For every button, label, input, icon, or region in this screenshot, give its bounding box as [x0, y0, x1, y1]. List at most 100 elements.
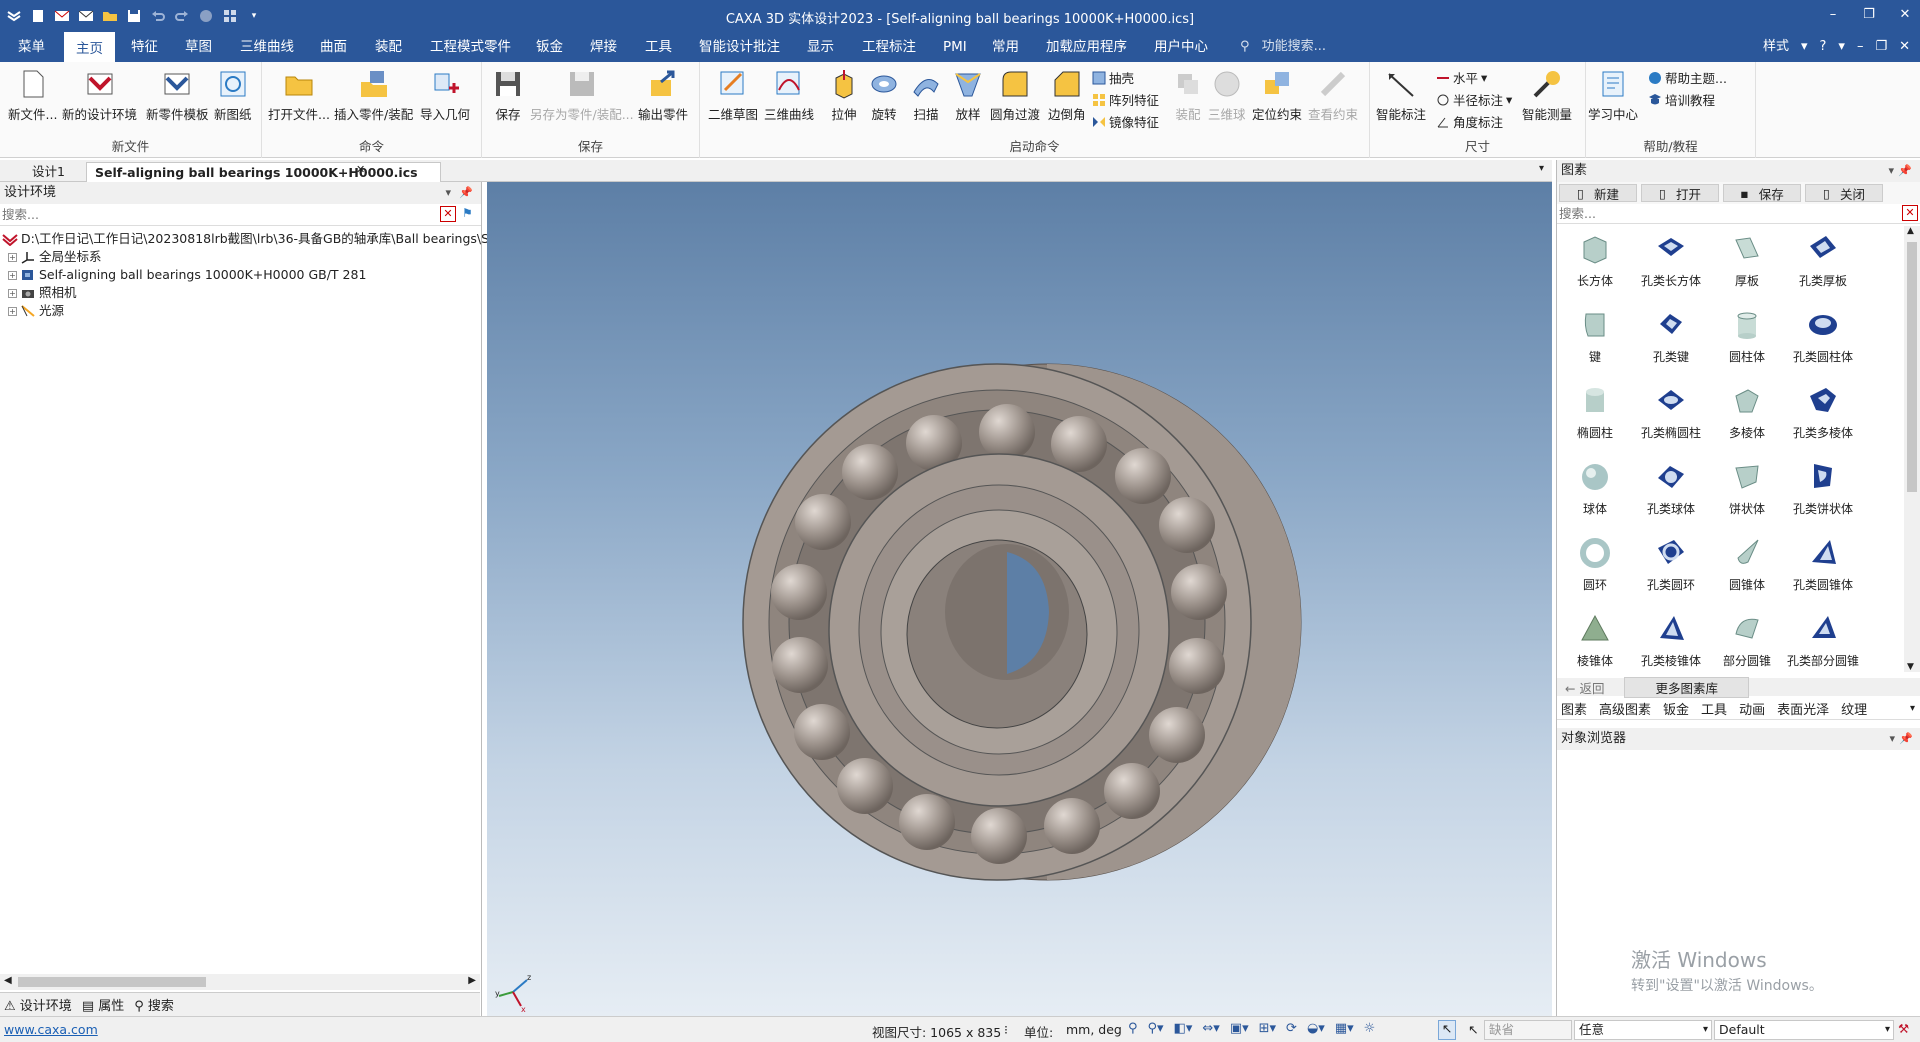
extrude-button[interactable]: 拉伸 — [828, 68, 860, 123]
expand-icon[interactable]: + — [8, 306, 17, 316]
restore-icon[interactable]: ❐ — [1860, 6, 1878, 24]
open-folder-icon[interactable] — [100, 6, 120, 26]
shape-hole-key[interactable]: 孔类键 — [1633, 308, 1709, 365]
tab-search[interactable]: ⚲ 搜索 — [134, 995, 174, 1014]
tab-smart-annotation[interactable]: 智能设计批注 — [699, 32, 780, 62]
tab-engineering-annotation[interactable]: 工程标注 — [862, 32, 916, 62]
object-browser-pin-icon[interactable]: 📌 — [1899, 728, 1913, 750]
style-menu[interactable]: 样式 — [1763, 32, 1789, 62]
shape-thick-plate[interactable]: 厚板 — [1709, 232, 1785, 289]
mail-icon[interactable] — [52, 6, 72, 26]
doc-tab-design1[interactable]: 设计1 — [24, 162, 73, 182]
panel-dropdown-icon[interactable]: ▾ — [445, 182, 451, 204]
horizontal-scrollbar[interactable]: ◀ ▶ — [0, 974, 480, 990]
tab-3d-curve[interactable]: 三维曲线 — [240, 32, 294, 62]
zoom-icon[interactable]: ⚲ — [1128, 1021, 1138, 1036]
shape-hole-cone[interactable]: 孔类圆锥体 — [1785, 536, 1861, 593]
expand-icon[interactable]: + — [8, 288, 17, 298]
section-icon[interactable]: ⊞▾ — [1259, 1021, 1276, 1036]
cat-tab-tools[interactable]: 工具 — [1701, 699, 1727, 718]
minimize-icon[interactable]: – — [1824, 6, 1842, 24]
object-browser-dropdown-icon[interactable]: ▾ — [1889, 728, 1895, 750]
shape-pyramid[interactable]: 棱锥体 — [1557, 612, 1633, 669]
clear-search-icon[interactable]: ✕ — [440, 206, 456, 222]
tab-common[interactable]: 常用 — [992, 32, 1019, 62]
catalog-new-button[interactable]: ▯ 新建 — [1559, 184, 1637, 202]
shape-pie[interactable]: 饼状体 — [1709, 460, 1785, 517]
tree-item-light[interactable]: + 光源 — [8, 302, 64, 320]
profile-dropdown[interactable]: Default ▾ — [1714, 1020, 1894, 1040]
help-dropdown-icon[interactable]: ▾ — [1838, 32, 1845, 62]
scroll-left-icon[interactable]: ◀ — [4, 975, 12, 986]
light-toggle-icon[interactable]: ☼ — [1364, 1021, 1376, 1036]
3d-viewport[interactable]: z y x — [487, 182, 1552, 1016]
tab-tools[interactable]: 工具 — [645, 32, 672, 62]
mail-alt-icon[interactable] — [76, 6, 96, 26]
tree-item-camera[interactable]: + 照相机 — [8, 284, 77, 302]
close-icon[interactable]: ✕ — [1896, 6, 1914, 24]
save-icon[interactable] — [124, 6, 144, 26]
help-icon[interactable]: ? — [1820, 32, 1827, 62]
new-icon[interactable] — [28, 6, 48, 26]
render-icon[interactable]: ◒▾ — [1307, 1021, 1325, 1036]
zoom-dropdown-icon[interactable]: ⚲▾ — [1148, 1021, 1164, 1036]
angle-dim-button[interactable]: 角度标注 — [1436, 112, 1503, 131]
position-constraint-button[interactable]: 定位约束 — [1252, 68, 1302, 123]
tab-display[interactable]: 显示 — [807, 32, 834, 62]
tab-welding[interactable]: 焊接 — [590, 32, 617, 62]
shell-button[interactable]: 抽壳 — [1092, 68, 1134, 87]
insert-part-button[interactable]: 插入零件/装配 — [334, 68, 413, 123]
tab-feature[interactable]: 特征 — [131, 32, 158, 62]
doc-tab-bearing[interactable]: Self-aligning ball bearings 10000K+H0000… — [86, 162, 441, 182]
grid-icon[interactable] — [220, 6, 240, 26]
2d-sketch-button[interactable]: 二维草图 — [708, 68, 758, 123]
shape-key[interactable]: 键 — [1557, 308, 1633, 365]
tree-search-input[interactable] — [0, 204, 440, 224]
loft-button[interactable]: 放样 — [952, 68, 984, 123]
catalog-pin-icon[interactable]: 📌 — [1898, 160, 1912, 182]
expand-icon[interactable]: + — [8, 252, 17, 262]
redo-icon[interactable] — [172, 6, 192, 26]
shape-box[interactable]: 长方体 — [1557, 232, 1633, 289]
doc-minimize-icon[interactable]: – — [1857, 32, 1864, 62]
function-search[interactable]: ⚲ 功能搜索... — [1240, 32, 1326, 62]
more-library-button[interactable]: 更多图素库 — [1624, 676, 1749, 698]
catalog-clear-search-icon[interactable]: ✕ — [1902, 205, 1918, 221]
import-geometry-button[interactable]: 导入几何 — [420, 68, 470, 123]
cat-tab-shapes[interactable]: 图素 — [1561, 699, 1587, 718]
help-topics-button[interactable]: 帮助主题... — [1648, 68, 1727, 87]
new-file-button[interactable]: 新文件... — [8, 68, 57, 123]
doc-close-icon[interactable]: ✕ — [1899, 32, 1910, 62]
shape-hole-partial-cone[interactable]: 孔类部分圆锥 — [1785, 612, 1861, 669]
scroll-up-icon[interactable]: ▲ — [1907, 226, 1914, 236]
shape-hole-box[interactable]: 孔类长方体 — [1633, 232, 1709, 289]
view-orient-icon[interactable]: ◧▾ — [1174, 1021, 1193, 1036]
cat-tabs-dropdown-icon[interactable]: ▾ — [1910, 703, 1915, 714]
assembly-button[interactable]: 装配 — [1172, 68, 1204, 123]
select-mode-dropdown[interactable]: 任意 ▾ — [1574, 1020, 1712, 1040]
select-pointer-icon[interactable]: ↖ — [1438, 1020, 1456, 1040]
cat-tab-animation[interactable]: 动画 — [1739, 699, 1765, 718]
learning-center-button[interactable]: 学习中心 — [1588, 68, 1638, 123]
smart-annotation-button[interactable]: 智能标注 — [1376, 68, 1426, 123]
pattern-feature-button[interactable]: 阵列特征 — [1092, 90, 1159, 109]
shaded-icon[interactable]: ▦▾ — [1335, 1021, 1354, 1036]
tab-engineering-part[interactable]: 工程模式零件 — [430, 32, 511, 62]
status-extra-icon[interactable]: ⚒ — [1898, 1021, 1909, 1036]
sweep-button[interactable]: 扫描 — [910, 68, 942, 123]
tab-pmi[interactable]: PMI — [943, 32, 967, 62]
chamfer-button[interactable]: 边倒角 — [1048, 68, 1086, 123]
radius-dim-button[interactable]: 半径标注 ▾ — [1436, 90, 1512, 109]
revolve-button[interactable]: 旋转 — [868, 68, 900, 123]
catalog-search-input[interactable] — [1557, 204, 1897, 222]
3d-ball-button[interactable]: 三维球 — [1208, 68, 1246, 123]
pin-icon[interactable]: 📌 — [459, 182, 473, 204]
fillet-button[interactable]: 圆角过渡 — [990, 68, 1040, 123]
doc-tab-close-icon[interactable]: ✕ — [356, 163, 365, 176]
tree-item-bearing-part[interactable]: + Self-aligning ball bearings 10000K+H00… — [8, 266, 366, 284]
filter-select[interactable]: 缺省 — [1484, 1020, 1572, 1040]
tab-surface[interactable]: 曲面 — [320, 32, 347, 62]
scroll-down-icon[interactable]: ▼ — [1907, 662, 1914, 672]
shape-cone[interactable]: 圆锥体 — [1709, 536, 1785, 593]
tab-assembly[interactable]: 装配 — [375, 32, 402, 62]
